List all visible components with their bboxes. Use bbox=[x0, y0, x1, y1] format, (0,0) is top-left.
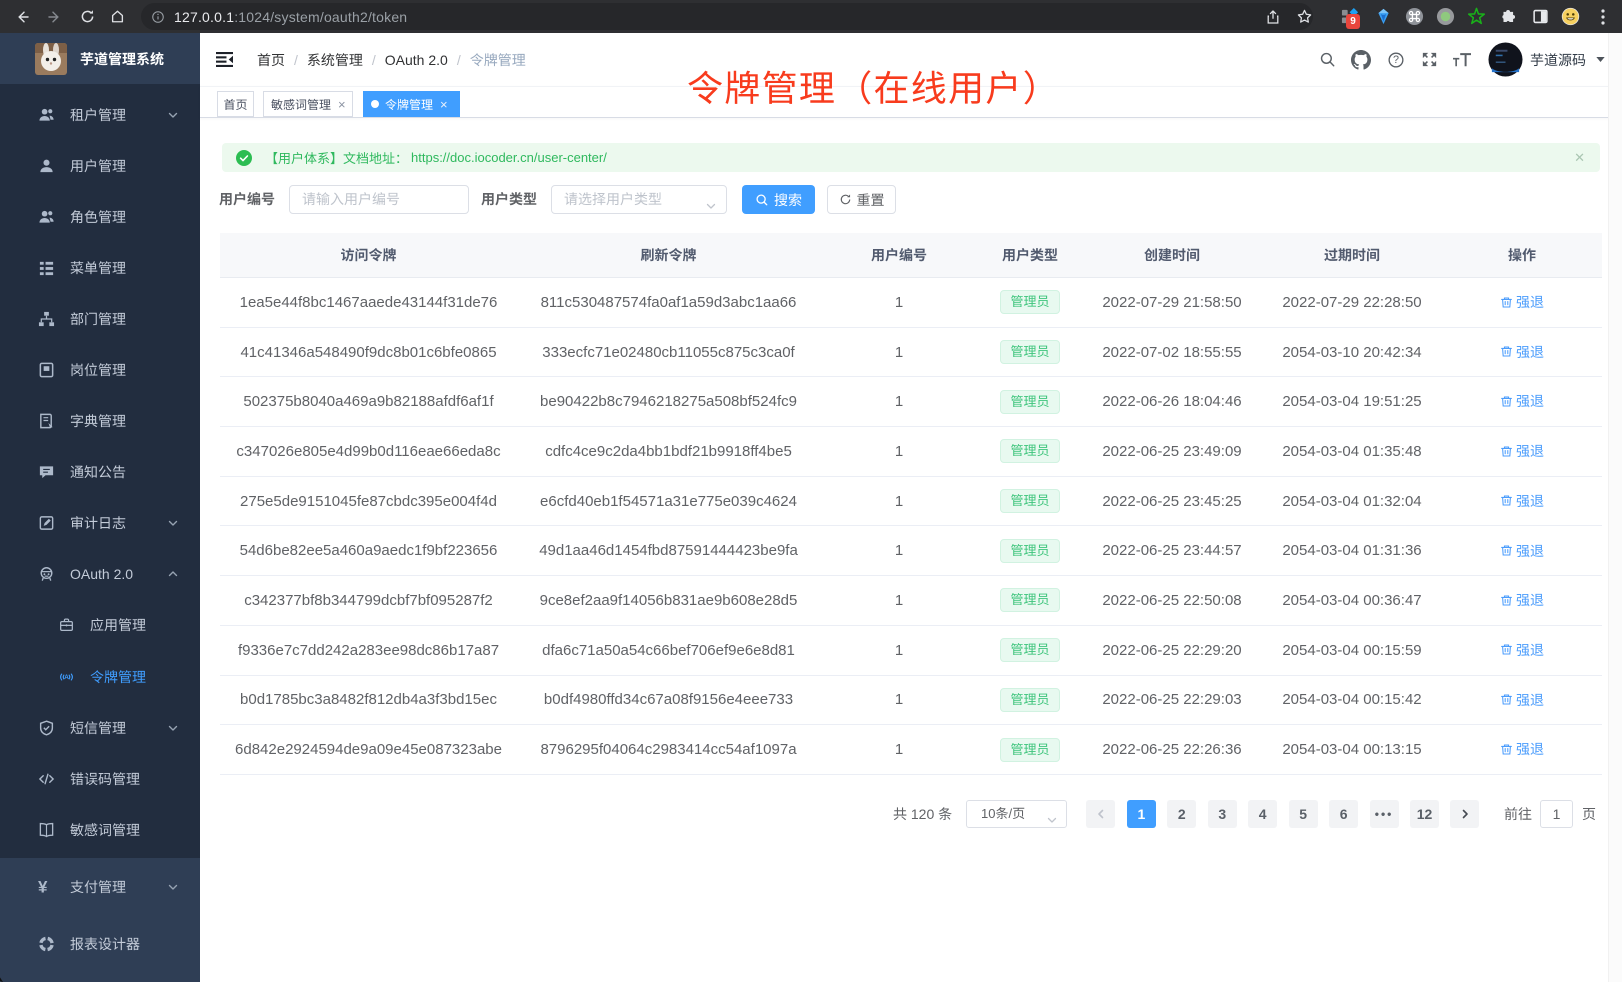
svg-text:A: A bbox=[64, 674, 69, 681]
svg-text:?: ? bbox=[1393, 54, 1399, 66]
